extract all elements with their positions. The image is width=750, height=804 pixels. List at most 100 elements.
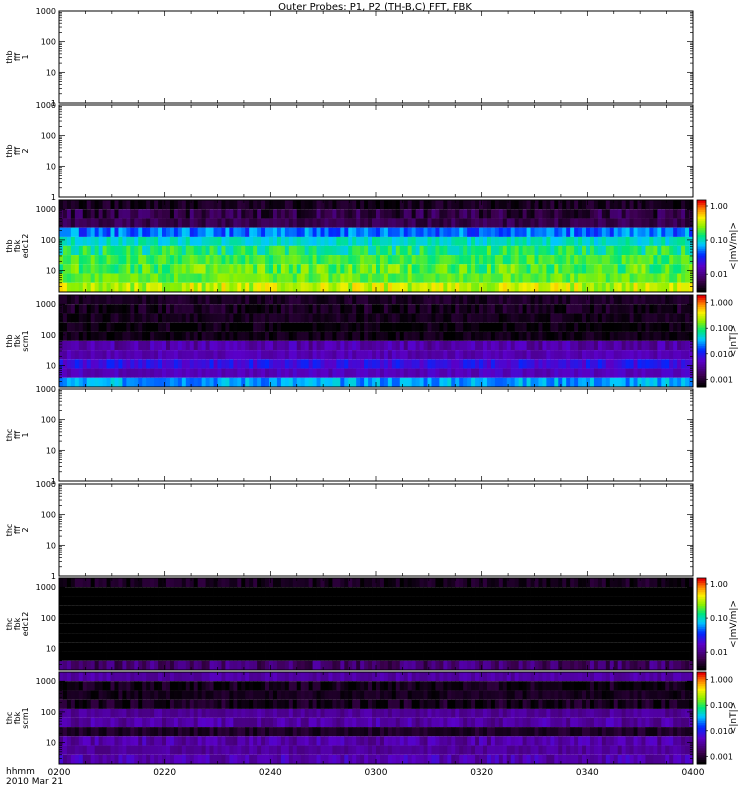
heatmap-cell xyxy=(340,209,344,218)
heatmap-cell xyxy=(542,615,546,624)
heatmap-cell xyxy=(523,596,527,605)
heatmap-cell xyxy=(558,255,562,264)
heatmap-cell xyxy=(241,274,245,283)
heatmap-cell xyxy=(447,332,451,341)
heatmap-cell xyxy=(503,332,507,341)
heatmap-cell xyxy=(218,237,222,246)
heatmap-cell xyxy=(71,341,75,350)
heatmap-cell xyxy=(538,624,542,633)
heatmap-cell xyxy=(218,323,222,332)
heatmap-cell xyxy=(103,578,107,587)
heatmap-cell xyxy=(669,359,673,368)
heatmap-cell xyxy=(479,295,483,304)
heatmap-cell xyxy=(459,295,463,304)
heatmap-cell xyxy=(249,209,253,218)
heatmap-cell xyxy=(451,228,455,237)
heatmap-cell xyxy=(685,218,689,227)
heatmap-cell xyxy=(641,283,645,292)
heatmap-cell xyxy=(404,304,408,313)
heatmap-cell xyxy=(178,218,182,227)
heatmap-cell xyxy=(443,274,447,283)
heatmap-cell xyxy=(364,341,368,350)
heatmap-cell xyxy=(463,218,467,227)
heatmap-cell xyxy=(67,323,71,332)
heatmap-cell xyxy=(146,378,150,387)
heatmap-cell xyxy=(483,313,487,322)
heatmap-cell xyxy=(685,283,689,292)
heatmap-cell xyxy=(107,209,111,218)
heatmap-cell xyxy=(439,255,443,264)
heatmap-cell xyxy=(186,274,190,283)
heatmap-cell xyxy=(253,209,257,218)
heatmap-cell xyxy=(174,606,178,615)
heatmap-cell xyxy=(194,606,198,615)
heatmap-cell xyxy=(519,359,523,368)
heatmap-cell xyxy=(352,246,356,255)
heatmap-cell xyxy=(610,615,614,624)
heatmap-cell xyxy=(626,274,630,283)
heatmap-cell xyxy=(527,606,531,615)
heatmap-cell xyxy=(396,369,400,378)
heatmap-cell xyxy=(523,295,527,304)
heatmap-cell xyxy=(221,369,225,378)
heatmap-cell xyxy=(630,596,634,605)
heatmap-cell xyxy=(174,378,178,387)
colorbar: 0.010.101.00<|mV/m|> xyxy=(697,200,739,293)
heatmap-cell xyxy=(622,606,626,615)
heatmap-cell xyxy=(574,228,578,237)
heatmap-cell xyxy=(166,350,170,359)
heatmap-cell xyxy=(447,341,451,350)
heatmap-cell xyxy=(622,323,626,332)
heatmap-cell xyxy=(523,200,527,209)
heatmap-cell xyxy=(582,615,586,624)
heatmap-cell xyxy=(523,350,527,359)
heatmap-cell xyxy=(178,606,182,615)
heatmap-cell xyxy=(610,313,614,322)
heatmap-cell xyxy=(463,341,467,350)
heatmap-cell xyxy=(210,624,214,633)
heatmap-cell xyxy=(590,237,594,246)
heatmap-cell xyxy=(424,369,428,378)
heatmap-cell xyxy=(622,341,626,350)
heatmap-cell xyxy=(214,615,218,624)
heatmap-cell xyxy=(677,615,681,624)
heatmap-cell xyxy=(634,606,638,615)
heatmap-cell xyxy=(150,283,154,292)
heatmap-cell xyxy=(531,209,535,218)
heatmap-cell xyxy=(111,209,115,218)
heatmap-cell xyxy=(475,378,479,387)
heatmap-cell xyxy=(535,218,539,227)
plot-frame xyxy=(59,105,693,197)
heatmap-cell xyxy=(570,264,574,273)
heatmap-cell xyxy=(336,237,340,246)
heatmap-cell xyxy=(111,350,115,359)
heatmap-cell xyxy=(297,606,301,615)
heatmap-cell xyxy=(634,587,638,596)
heatmap-cell xyxy=(431,606,435,615)
heatmap-cell xyxy=(285,596,289,605)
heatmap-cell xyxy=(435,587,439,596)
heatmap-cell xyxy=(622,237,626,246)
heatmap-cell xyxy=(237,209,241,218)
heatmap-cell xyxy=(649,228,653,237)
heatmap-cell xyxy=(225,313,229,322)
heatmap-cell xyxy=(313,283,317,292)
heatmap-cell xyxy=(281,341,285,350)
heatmap-cell xyxy=(523,246,527,255)
heatmap-cell xyxy=(356,228,360,237)
heatmap-cell xyxy=(431,304,435,313)
heatmap-cell xyxy=(641,209,645,218)
heatmap-cell xyxy=(523,332,527,341)
heatmap-cell xyxy=(198,264,202,273)
heatmap-cell xyxy=(673,359,677,368)
heatmap-cell xyxy=(475,615,479,624)
heatmap-cell xyxy=(645,578,649,587)
heatmap-cell xyxy=(558,587,562,596)
heatmap-cell xyxy=(356,624,360,633)
heatmap-cell xyxy=(118,341,122,350)
heatmap-cell xyxy=(586,228,590,237)
heatmap-cell xyxy=(324,228,328,237)
heatmap-cell xyxy=(206,341,210,350)
heatmap-cell xyxy=(305,615,309,624)
heatmap-cell xyxy=(352,341,356,350)
